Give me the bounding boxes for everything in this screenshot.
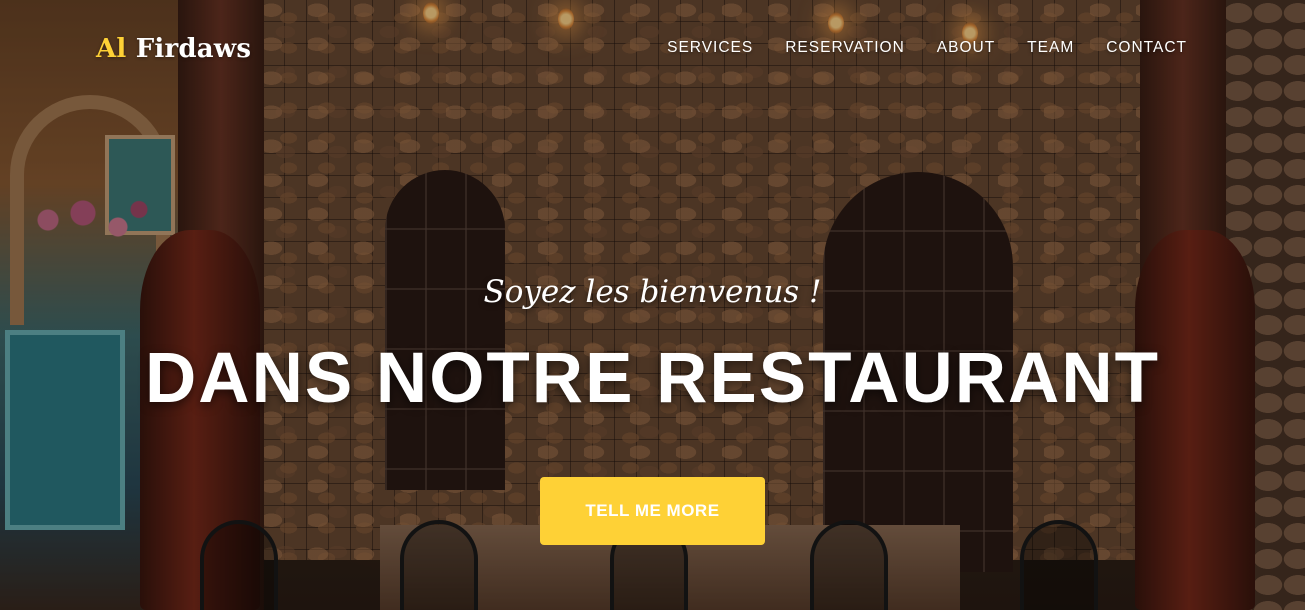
tell-me-more-button[interactable]: TELL ME MORE bbox=[540, 477, 765, 545]
nav-link-contact[interactable]: CONTACT bbox=[1090, 38, 1203, 58]
hero-section: Al Firdaws SERVICES RESERVATION ABOUT TE… bbox=[0, 0, 1305, 610]
main-navbar: Al Firdaws SERVICES RESERVATION ABOUT TE… bbox=[0, 0, 1305, 98]
nav-link-services[interactable]: SERVICES bbox=[651, 38, 769, 58]
nav-link-team[interactable]: TEAM bbox=[1011, 38, 1090, 58]
nav-item-contact: CONTACT bbox=[1090, 38, 1203, 58]
nav-item-services: SERVICES bbox=[651, 38, 769, 58]
brand-logo[interactable]: Al Firdaws bbox=[96, 33, 251, 65]
nav-item-team: TEAM bbox=[1011, 38, 1090, 58]
nav-item-about: ABOUT bbox=[921, 38, 1011, 58]
brand-second-word: Firdaws bbox=[135, 34, 252, 64]
nav-link-reservation[interactable]: RESERVATION bbox=[769, 38, 921, 58]
nav-links: SERVICES RESERVATION ABOUT TEAM CONTACT bbox=[651, 38, 1203, 58]
hero-heading: DANS NOTRE RESTAURANT bbox=[145, 339, 1160, 418]
nav-item-reservation: RESERVATION bbox=[769, 38, 921, 58]
nav-link-about[interactable]: ABOUT bbox=[921, 38, 1011, 58]
hero-subheading: Soyez les bienvenus ! bbox=[483, 274, 822, 310]
brand-first-word: Al bbox=[96, 34, 127, 64]
